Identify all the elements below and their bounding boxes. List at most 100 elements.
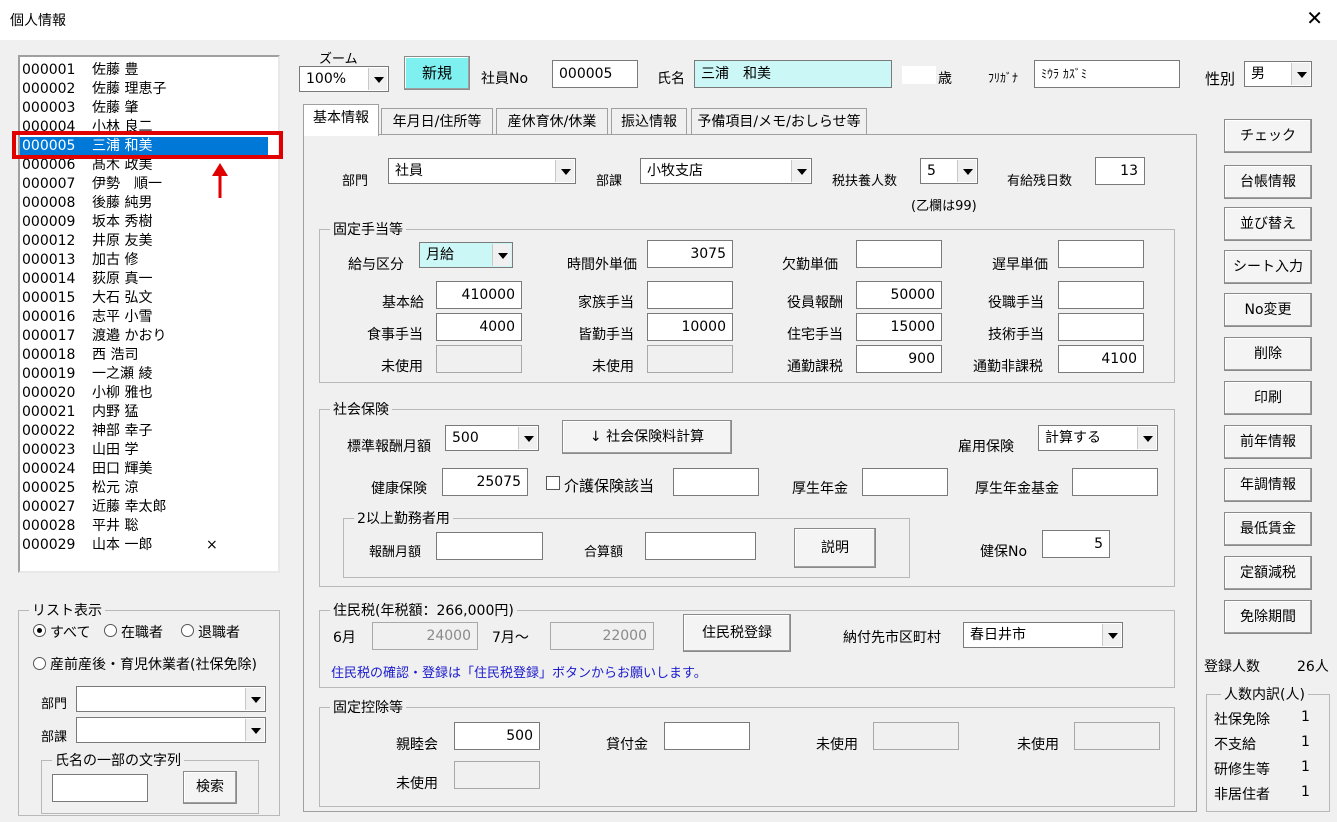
filter-dept-select[interactable] xyxy=(76,686,266,712)
side-button-5[interactable]: 削除 xyxy=(1224,337,1312,371)
filter-section-select[interactable] xyxy=(76,717,266,743)
meal-field[interactable]: 4000 xyxy=(436,313,522,341)
new-button[interactable]: 新規 xyxy=(404,56,470,90)
tab-1[interactable]: 年月日/住所等 xyxy=(381,108,493,134)
empno-field[interactable]: 000005 xyxy=(552,60,638,88)
city-select[interactable]: 春日井市 xyxy=(963,622,1123,648)
name-search-input[interactable] xyxy=(52,774,148,802)
list-item[interactable]: 000025 松元 涼 xyxy=(20,479,268,498)
multi-sum-field[interactable] xyxy=(645,532,756,560)
list-item[interactable]: 000001 佐藤 豊 xyxy=(20,61,268,80)
loan-field[interactable] xyxy=(664,722,750,750)
tab-2[interactable]: 産休育休/休業 xyxy=(496,108,608,134)
close-icon[interactable]: ✕ xyxy=(1306,6,1323,30)
list-item[interactable]: 000019 一之瀬 綾 xyxy=(20,365,268,384)
list-item[interactable]: 000027 近藤 幸太郎 xyxy=(20,498,268,517)
std-pay-select[interactable]: 500 xyxy=(445,425,539,451)
radio-retired[interactable] xyxy=(181,624,194,637)
pension-field[interactable] xyxy=(862,468,948,496)
side-button-9[interactable]: 最低賃金 xyxy=(1224,512,1312,546)
pay-type-select[interactable]: 月給 xyxy=(419,242,513,268)
chevron-down-icon[interactable] xyxy=(791,160,810,182)
dependents-select[interactable]: 5 xyxy=(920,158,978,184)
list-item[interactable]: 000018 西 浩司 xyxy=(20,346,268,365)
exec-field[interactable]: 50000 xyxy=(856,281,942,309)
list-item[interactable]: 000015 大石 弘文 xyxy=(20,289,268,308)
side-button-3[interactable]: シート入力 xyxy=(1224,250,1312,284)
filter-section-label: 部課 xyxy=(41,730,68,745)
explain-button[interactable]: 説明 xyxy=(794,528,876,568)
chevron-down-icon[interactable] xyxy=(1291,63,1310,85)
tab-4[interactable]: 予備項目/メモ/おしらせ等 xyxy=(691,108,867,134)
base-field[interactable]: 410000 xyxy=(436,281,522,309)
side-button-2[interactable]: 並び替え xyxy=(1224,207,1312,241)
side-button-6[interactable]: 印刷 xyxy=(1224,381,1312,415)
attend-field[interactable]: 10000 xyxy=(647,313,733,341)
health-no-field[interactable]: 5 xyxy=(1042,530,1110,558)
resident-register-button[interactable]: 住民税登録 xyxy=(683,614,791,652)
list-item[interactable]: 000029 山本 一郎 × xyxy=(20,536,268,555)
zoom-select[interactable]: 100% xyxy=(299,66,389,92)
tab-0[interactable]: 基本情報 xyxy=(303,104,379,136)
chevron-down-icon[interactable] xyxy=(1102,624,1121,646)
kana-field[interactable]: ﾐｳﾗ ｶｽﾞﾐ xyxy=(1034,60,1180,88)
chevron-down-icon[interactable] xyxy=(245,688,264,710)
chevron-down-icon[interactable] xyxy=(245,719,264,741)
absence-field[interactable] xyxy=(856,240,942,268)
chevron-down-icon[interactable] xyxy=(957,160,976,182)
tab-3[interactable]: 振込情報 xyxy=(611,108,687,134)
section-select[interactable]: 小牧支店 xyxy=(640,158,812,184)
list-item[interactable]: 000022 神部 幸子 xyxy=(20,422,268,441)
housing-label: 住宅手当 xyxy=(787,327,843,343)
list-item[interactable]: 000024 田口 輝美 xyxy=(20,460,268,479)
family-field[interactable] xyxy=(647,281,733,309)
search-button[interactable]: 検索 xyxy=(183,771,237,804)
side-button-0[interactable]: チェック xyxy=(1224,119,1312,153)
calc-social-button[interactable]: ↓ 社会保険料計算 xyxy=(562,420,732,454)
list-item[interactable]: 000016 志平 小雪 xyxy=(20,308,268,327)
list-item[interactable]: 000012 井原 友美 xyxy=(20,232,268,251)
dept-select[interactable]: 社員 xyxy=(388,158,576,184)
list-item[interactable]: 000017 渡邉 かおり xyxy=(20,327,268,346)
position-field[interactable] xyxy=(1058,281,1144,309)
multi-pay-field[interactable] xyxy=(436,532,543,560)
list-item[interactable]: 000014 荻原 真一 xyxy=(20,270,268,289)
chevron-down-icon[interactable] xyxy=(518,427,537,449)
sex-select[interactable]: 男 xyxy=(1244,61,1312,87)
emp-ins-select[interactable]: 計算する xyxy=(1038,425,1158,451)
side-button-11[interactable]: 免除期間 xyxy=(1224,600,1312,634)
skill-field[interactable] xyxy=(1058,313,1144,341)
list-item[interactable]: 000028 平井 聡 xyxy=(20,517,268,536)
radio-active[interactable] xyxy=(104,624,117,637)
friend-field[interactable]: 500 xyxy=(454,722,540,750)
chevron-down-icon[interactable] xyxy=(492,244,511,266)
overtime-field[interactable]: 3075 xyxy=(647,240,733,268)
list-item[interactable]: 000003 佐藤 肇 xyxy=(20,99,268,118)
care-checkbox[interactable] xyxy=(546,476,560,490)
side-button-1[interactable]: 台帳情報 xyxy=(1224,165,1312,199)
late-field[interactable] xyxy=(1058,240,1144,268)
list-item[interactable]: 000013 加古 修 xyxy=(20,251,268,270)
radio-leave[interactable] xyxy=(33,657,46,670)
chevron-down-icon[interactable] xyxy=(1137,427,1156,449)
name-field[interactable]: 三浦 和美 xyxy=(694,60,892,88)
list-item[interactable]: 000023 山田 学 xyxy=(20,441,268,460)
list-item[interactable]: 000002 佐藤 理恵子 xyxy=(20,80,268,99)
side-button-4[interactable]: No変更 xyxy=(1224,293,1312,327)
commute-tax-field[interactable]: 900 xyxy=(856,345,942,373)
side-button-8[interactable]: 年調情報 xyxy=(1224,468,1312,502)
paid-leave-field[interactable]: 13 xyxy=(1095,157,1145,185)
fund-field[interactable] xyxy=(1072,468,1158,496)
health-field[interactable]: 25075 xyxy=(442,468,528,496)
side-button-7[interactable]: 前年情報 xyxy=(1224,425,1312,459)
chevron-down-icon[interactable] xyxy=(368,68,387,90)
chevron-down-icon[interactable] xyxy=(555,160,574,182)
radio-all[interactable] xyxy=(33,624,46,637)
list-item[interactable]: 000009 坂本 秀樹 xyxy=(20,213,268,232)
side-button-10[interactable]: 定額減税 xyxy=(1224,556,1312,590)
care-field[interactable] xyxy=(673,468,759,496)
list-item[interactable]: 000021 内野 猛 xyxy=(20,403,268,422)
commute-free-field[interactable]: 4100 xyxy=(1058,345,1144,373)
list-item[interactable]: 000020 小柳 雅也 xyxy=(20,384,268,403)
housing-field[interactable]: 15000 xyxy=(856,313,942,341)
